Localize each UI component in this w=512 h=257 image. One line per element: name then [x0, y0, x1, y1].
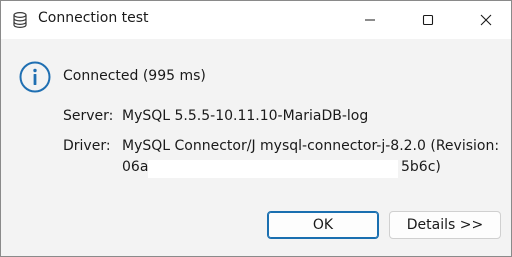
close-icon [480, 14, 492, 26]
server-value: MySQL 5.5.5-10.11.10-MariaDB-log [122, 108, 369, 124]
info-icon [19, 61, 51, 93]
details-button[interactable]: Details >> [389, 211, 501, 239]
driver-revision: 06a 5b6c) [122, 159, 442, 179]
connection-status: Connected (995 ms) [63, 68, 206, 84]
database-icon [11, 11, 29, 29]
driver-revision-start: 06a [122, 159, 149, 175]
driver-label: Driver: [63, 138, 111, 154]
ok-button[interactable]: OK [267, 211, 379, 239]
minimize-button[interactable] [347, 1, 393, 39]
maximize-icon [422, 14, 434, 26]
maximize-button[interactable] [405, 1, 451, 39]
driver-revision-end: 5b6c) [401, 159, 441, 175]
close-button[interactable] [463, 1, 509, 39]
minimize-icon [364, 14, 376, 26]
server-label: Server: [63, 108, 114, 124]
connection-test-dialog: Connection test Connected (995 ms) Serve… [0, 0, 512, 257]
window-title: Connection test [38, 10, 149, 26]
dialog-body: Connected (995 ms) Server: MySQL 5.5.5-1… [1, 39, 511, 256]
title-bar: Connection test [1, 1, 511, 39]
driver-value: MySQL Connector/J mysql-connector-j-8.2.… [122, 138, 500, 154]
redacted-block [148, 160, 398, 178]
